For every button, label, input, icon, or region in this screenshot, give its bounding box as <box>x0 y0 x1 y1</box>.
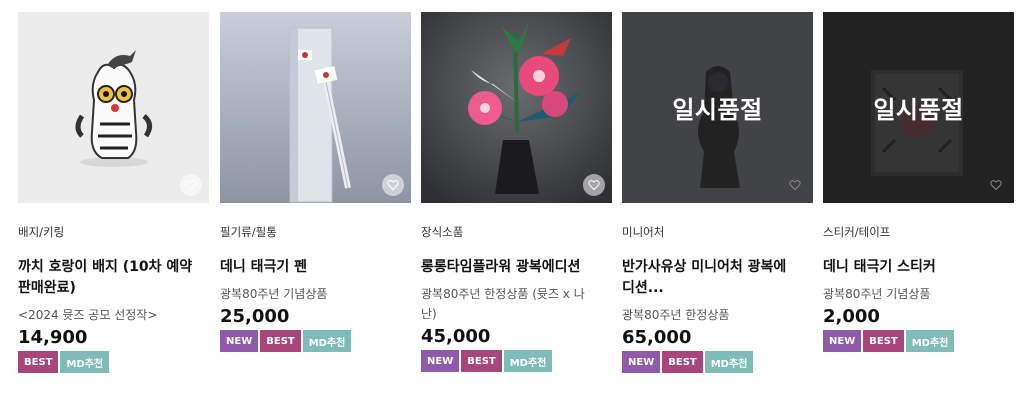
heart-outline-icon <box>588 180 600 191</box>
product-subtitle-line: 광복80주년 한정상품 (뮷즈 x 나 <box>421 287 585 301</box>
product-card[interactable]: 일시품절 미니어처 반가사유상 미니어처 광복에 디션... 광복80주년 한정… <box>622 12 813 373</box>
wishlist-button[interactable] <box>180 174 202 196</box>
product-name-line: 데니 태극기 스티커 <box>823 259 936 275</box>
product-photo <box>421 12 612 203</box>
product-category: 스티커/테이프 <box>823 225 891 239</box>
product-card[interactable]: 장식소품 롱롱타임플라워 광복에디션 광복80주년 한정상품 (뮷즈 x 나 난… <box>421 12 612 372</box>
wishlist-button[interactable] <box>583 174 605 196</box>
badge-new: NEW <box>220 330 259 352</box>
product-grid: 배지/키링 까치 호랑이 배지 (10차 예약 판매완료) <2024 뮷즈 공… <box>18 12 1014 402</box>
badge-md-pick: MD추천 <box>704 351 754 373</box>
product-name[interactable]: 데니 태극기 펜 <box>220 257 411 278</box>
product-price: 25,000 <box>220 306 290 327</box>
product-name-line: 까치 호랑이 배지 (10차 예약 <box>18 259 193 275</box>
badge-best: BEST <box>662 351 703 373</box>
badge-row: NEW BEST MD추천 <box>421 350 612 372</box>
heart-outline-icon <box>789 180 801 191</box>
product-price: 14,900 <box>18 327 88 348</box>
product-image[interactable]: 일시품절 <box>622 12 813 203</box>
badge-new: NEW <box>823 330 862 352</box>
wishlist-button[interactable] <box>382 174 404 196</box>
badge-row: NEW BEST MD추천 <box>823 330 1014 352</box>
heart-outline-icon <box>185 180 197 191</box>
product-card[interactable]: 일시품절 스티커/테이프 데니 태극기 스티커 광복80주년 기념상품 2,00… <box>823 12 1014 352</box>
product-subtitle-line: 난) <box>421 307 437 321</box>
product-name-line: 롱롱타임플라워 광복에디션 <box>421 259 581 275</box>
badge-row: NEW BEST MD추천 <box>220 330 411 352</box>
product-subtitle: 광복80주년 한정상품 <box>622 305 813 325</box>
product-photo <box>18 12 209 203</box>
product-category: 미니어처 <box>622 225 665 239</box>
product-card[interactable]: 배지/키링 까치 호랑이 배지 (10차 예약 판매완료) <2024 뮷즈 공… <box>18 12 209 373</box>
sold-out-overlay: 일시품절 <box>823 12 1014 203</box>
product-image[interactable]: 일시품절 <box>823 12 1014 203</box>
product-subtitle-line: <2024 뮷즈 공모 선정작> <box>18 308 158 322</box>
badge-new: NEW <box>421 350 460 372</box>
product-subtitle: 광복80주년 기념상품 <box>220 284 411 304</box>
product-subtitle: 광복80주년 한정상품 (뮷즈 x 나 난) <box>421 284 612 324</box>
product-photo <box>220 12 411 203</box>
badge-best: BEST <box>863 330 904 352</box>
product-price: 65,000 <box>622 327 692 348</box>
badge-best: BEST <box>260 330 301 352</box>
sold-out-overlay: 일시품절 <box>622 12 813 203</box>
product-name[interactable]: 데니 태극기 스티커 <box>823 257 1014 278</box>
badge-md-pick: MD추천 <box>905 330 955 352</box>
product-category: 장식소품 <box>421 225 464 239</box>
badge-row: NEW BEST MD추천 <box>622 351 813 373</box>
product-name-line: 데니 태극기 펜 <box>220 259 308 275</box>
product-image[interactable] <box>421 12 612 203</box>
product-name-line: 반가사유상 미니어처 광복에 <box>622 259 787 275</box>
badge-md-pick: MD추천 <box>60 351 110 373</box>
badge-best: BEST <box>461 350 502 372</box>
product-image[interactable] <box>220 12 411 203</box>
product-subtitle-line: 광복80주년 기념상품 <box>823 287 931 301</box>
product-category: 필기류/필통 <box>220 225 277 239</box>
product-subtitle: 광복80주년 기념상품 <box>823 284 1014 304</box>
product-name-line: 디션... <box>622 280 664 296</box>
badge-row: BEST MD추천 <box>18 351 209 373</box>
heart-outline-icon <box>387 180 399 191</box>
product-subtitle-line: 광복80주년 기념상품 <box>220 287 328 301</box>
product-card[interactable]: 필기류/필통 데니 태극기 펜 광복80주년 기념상품 25,000 NEW B… <box>220 12 411 352</box>
product-image[interactable] <box>18 12 209 203</box>
product-price: 2,000 <box>823 306 880 327</box>
badge-new: NEW <box>622 351 661 373</box>
product-category: 배지/키링 <box>18 225 65 239</box>
product-subtitle: <2024 뮷즈 공모 선정작> <box>18 305 209 325</box>
wishlist-button[interactable] <box>985 174 1007 196</box>
product-name-line: 판매완료) <box>18 280 76 296</box>
badge-md-pick: MD추천 <box>302 330 352 352</box>
heart-outline-icon <box>990 180 1002 191</box>
product-subtitle-line: 광복80주년 한정상품 <box>622 308 730 322</box>
wishlist-button[interactable] <box>784 174 806 196</box>
product-price: 45,000 <box>421 326 491 347</box>
product-name[interactable]: 까치 호랑이 배지 (10차 예약 판매완료) <box>18 257 209 299</box>
product-name[interactable]: 반가사유상 미니어처 광복에 디션... <box>622 257 813 299</box>
badge-best: BEST <box>18 351 59 373</box>
badge-md-pick: MD추천 <box>503 350 553 372</box>
product-name[interactable]: 롱롱타임플라워 광복에디션 <box>421 257 612 278</box>
